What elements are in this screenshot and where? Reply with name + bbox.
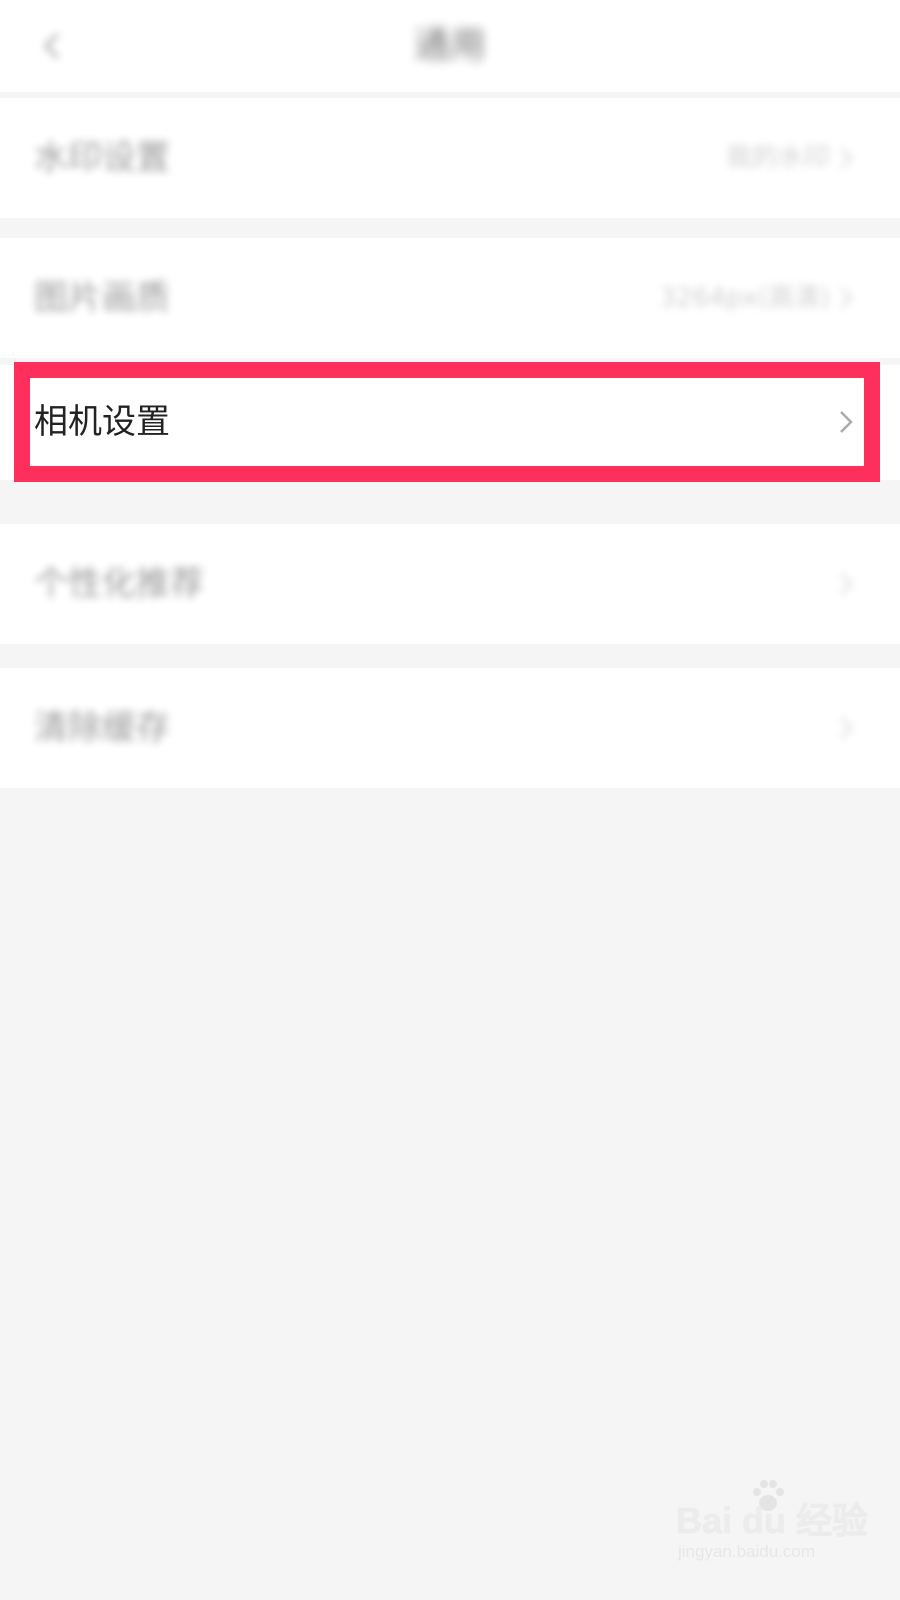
chevron-right-icon [840, 717, 853, 739]
watermark-brand: Bai du 经验 [676, 1500, 869, 1541]
chevron-right-icon [840, 573, 853, 595]
top-nav-bar: 通用 [0, 0, 900, 92]
settings-item-value: 我的水印 [725, 143, 830, 173]
settings-item-label: 个性化推荐 [34, 564, 204, 604]
baidu-jingyan-watermark: Bai du 经验 jingyan.baidu.com [676, 1478, 868, 1568]
settings-item-camera[interactable]: 相机设置 [0, 365, 900, 480]
settings-item-label: 相机设置 [34, 402, 170, 442]
settings-page: 通用 水印设置 我的水印 图片画质 3264px(高清) 相机设置 个性化推荐 … [0, 0, 900, 1600]
page-title: 通用 [413, 25, 486, 66]
settings-item-watermark[interactable]: 水印设置 我的水印 [0, 98, 900, 218]
settings-item-personalized[interactable]: 个性化推荐 [0, 524, 900, 644]
settings-item-label: 水印设置 [34, 138, 170, 178]
settings-item-label: 清除缓存 [34, 708, 170, 748]
chevron-right-icon [840, 287, 853, 309]
watermark-url: jingyan.baidu.com [678, 1542, 816, 1561]
settings-item-label: 图片画质 [34, 278, 170, 318]
settings-item-clear-cache[interactable]: 清除缓存 [0, 668, 900, 788]
chevron-right-icon [840, 147, 853, 169]
settings-item-value: 3264px(高清) [659, 283, 830, 313]
settings-item-image-quality[interactable]: 图片画质 3264px(高清) [0, 238, 900, 358]
chevron-right-icon [840, 411, 853, 433]
